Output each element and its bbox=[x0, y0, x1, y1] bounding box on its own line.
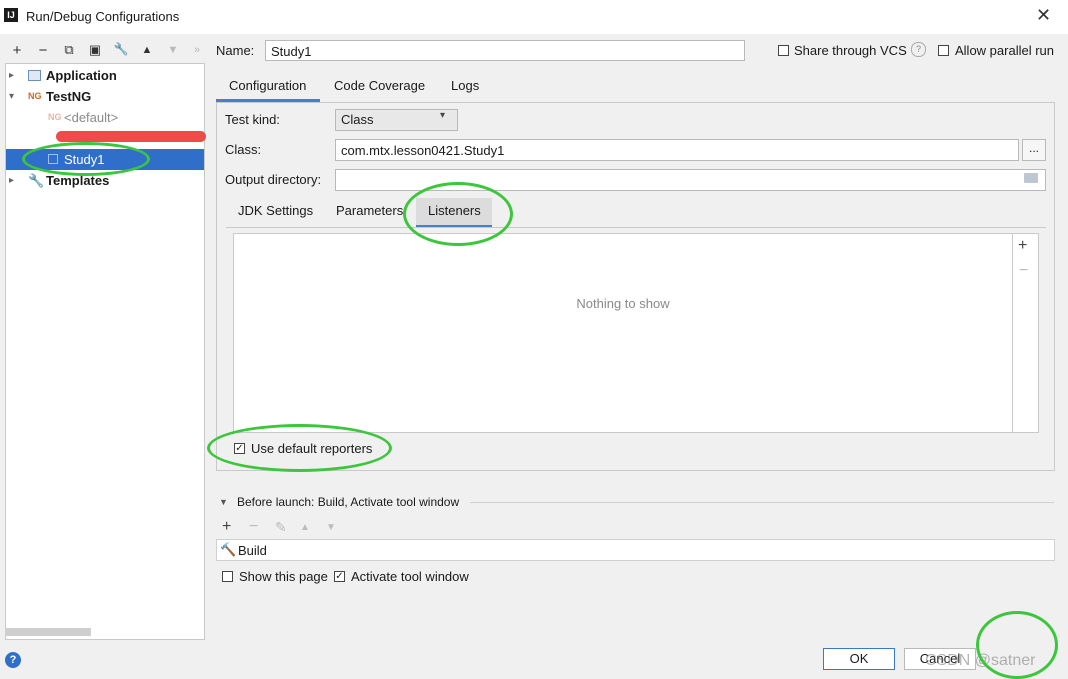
remove-task-button[interactable]: − bbox=[249, 518, 258, 536]
tree-item-default[interactable]: NG <default> bbox=[6, 107, 204, 128]
help-icon[interactable]: ? bbox=[5, 652, 21, 668]
test-kind-label: Test kind: bbox=[225, 112, 280, 127]
move-up-button[interactable]: ▲ bbox=[138, 44, 156, 56]
annotation-circle bbox=[403, 182, 513, 246]
collapse-arrow-icon[interactable]: ▼ bbox=[219, 497, 228, 507]
tree-label-testng: TestNG bbox=[46, 89, 92, 104]
share-vcs-checkbox[interactable] bbox=[778, 45, 789, 56]
annotation-circle bbox=[22, 142, 150, 176]
title-bar: IJ Run/Debug Configurations ✕ bbox=[0, 0, 1068, 34]
remove-listener-button[interactable]: − bbox=[1019, 262, 1028, 280]
annotation-circle bbox=[976, 611, 1058, 679]
tab-logs[interactable]: Logs bbox=[451, 78, 479, 93]
redaction-mark bbox=[56, 131, 206, 142]
annotation-circle bbox=[207, 424, 392, 472]
share-vcs-label: Share through VCS bbox=[794, 43, 907, 58]
save-configuration-button[interactable]: ▣ bbox=[86, 42, 104, 58]
remove-configuration-button[interactable]: − bbox=[34, 42, 52, 59]
tree-label-default: <default> bbox=[64, 110, 119, 125]
testng-icon: NG bbox=[28, 91, 42, 101]
name-label: Name: bbox=[216, 43, 255, 58]
tree-item-application[interactable]: ▸ Application bbox=[6, 65, 204, 86]
move-down-button[interactable]: ▼ bbox=[164, 44, 182, 56]
activate-tool-window-label: Activate tool window bbox=[351, 569, 469, 584]
build-label: Build bbox=[238, 543, 267, 558]
copy-configuration-button[interactable]: ⧉ bbox=[60, 42, 78, 58]
move-task-down-button[interactable]: ▼ bbox=[326, 522, 336, 533]
class-input[interactable]: com.mtx.lesson0421.Study1 bbox=[335, 139, 1019, 161]
tree-label-application: Application bbox=[46, 68, 117, 83]
empty-list-text: Nothing to show bbox=[576, 296, 670, 311]
parallel-run-checkbox[interactable] bbox=[938, 45, 949, 56]
show-page-label: Show this page bbox=[239, 569, 328, 584]
testng-icon: NG bbox=[48, 112, 62, 122]
subtab-divider bbox=[226, 227, 1046, 228]
tab-code-coverage[interactable]: Code Coverage bbox=[334, 78, 425, 93]
listeners-list[interactable] bbox=[233, 233, 1013, 433]
application-icon bbox=[28, 70, 41, 81]
tree-item-testng[interactable]: ▾ NG TestNG bbox=[6, 86, 204, 107]
before-launch-title: Before launch: Build, Activate tool wind… bbox=[237, 495, 460, 509]
edit-task-button[interactable]: ✎ bbox=[275, 519, 287, 536]
tab-configuration[interactable]: Configuration bbox=[229, 78, 306, 93]
intellij-icon: IJ bbox=[4, 8, 18, 22]
browse-class-button[interactable]: ... bbox=[1022, 139, 1046, 161]
folder-icon[interactable] bbox=[1024, 173, 1038, 183]
chevron-down-icon[interactable]: ▾ bbox=[440, 110, 445, 121]
add-listener-button[interactable]: + bbox=[1018, 237, 1027, 255]
list-toolbar: + − bbox=[1013, 233, 1039, 433]
window-title: Run/Debug Configurations bbox=[26, 9, 180, 24]
class-label: Class: bbox=[225, 142, 262, 157]
wrench-icon[interactable]: 🔧 bbox=[112, 42, 130, 56]
subtab-parameters[interactable]: Parameters bbox=[336, 203, 403, 218]
wrench-icon: 🔧 bbox=[28, 173, 45, 188]
parallel-run-label: Allow parallel run bbox=[955, 43, 1054, 58]
chevron-down-icon[interactable]: ▾ bbox=[9, 86, 14, 107]
output-directory-label: Output directory: bbox=[225, 172, 322, 187]
subtab-jdk-settings[interactable]: JDK Settings bbox=[238, 203, 313, 218]
move-task-up-button[interactable]: ▲ bbox=[300, 522, 310, 533]
add-configuration-button[interactable]: + bbox=[8, 42, 26, 59]
activate-tool-window-checkbox[interactable]: ✓ bbox=[334, 571, 345, 582]
show-page-checkbox[interactable] bbox=[222, 571, 233, 582]
help-icon[interactable]: ? bbox=[911, 42, 926, 57]
hammer-icon: 🔨 bbox=[220, 542, 237, 557]
more-button[interactable]: » bbox=[188, 44, 206, 56]
before-launch-divider bbox=[470, 502, 1054, 503]
add-task-button[interactable]: + bbox=[222, 518, 231, 536]
chevron-right-icon[interactable]: ▸ bbox=[9, 170, 14, 191]
ok-button[interactable]: OK bbox=[823, 648, 895, 670]
close-icon[interactable]: ✕ bbox=[1036, 5, 1051, 26]
before-launch-item-build[interactable]: 🔨 Build bbox=[216, 539, 1055, 561]
chevron-right-icon[interactable]: ▸ bbox=[9, 65, 14, 86]
name-input[interactable]: Study1 bbox=[265, 40, 745, 61]
horizontal-scrollbar[interactable] bbox=[5, 628, 91, 636]
